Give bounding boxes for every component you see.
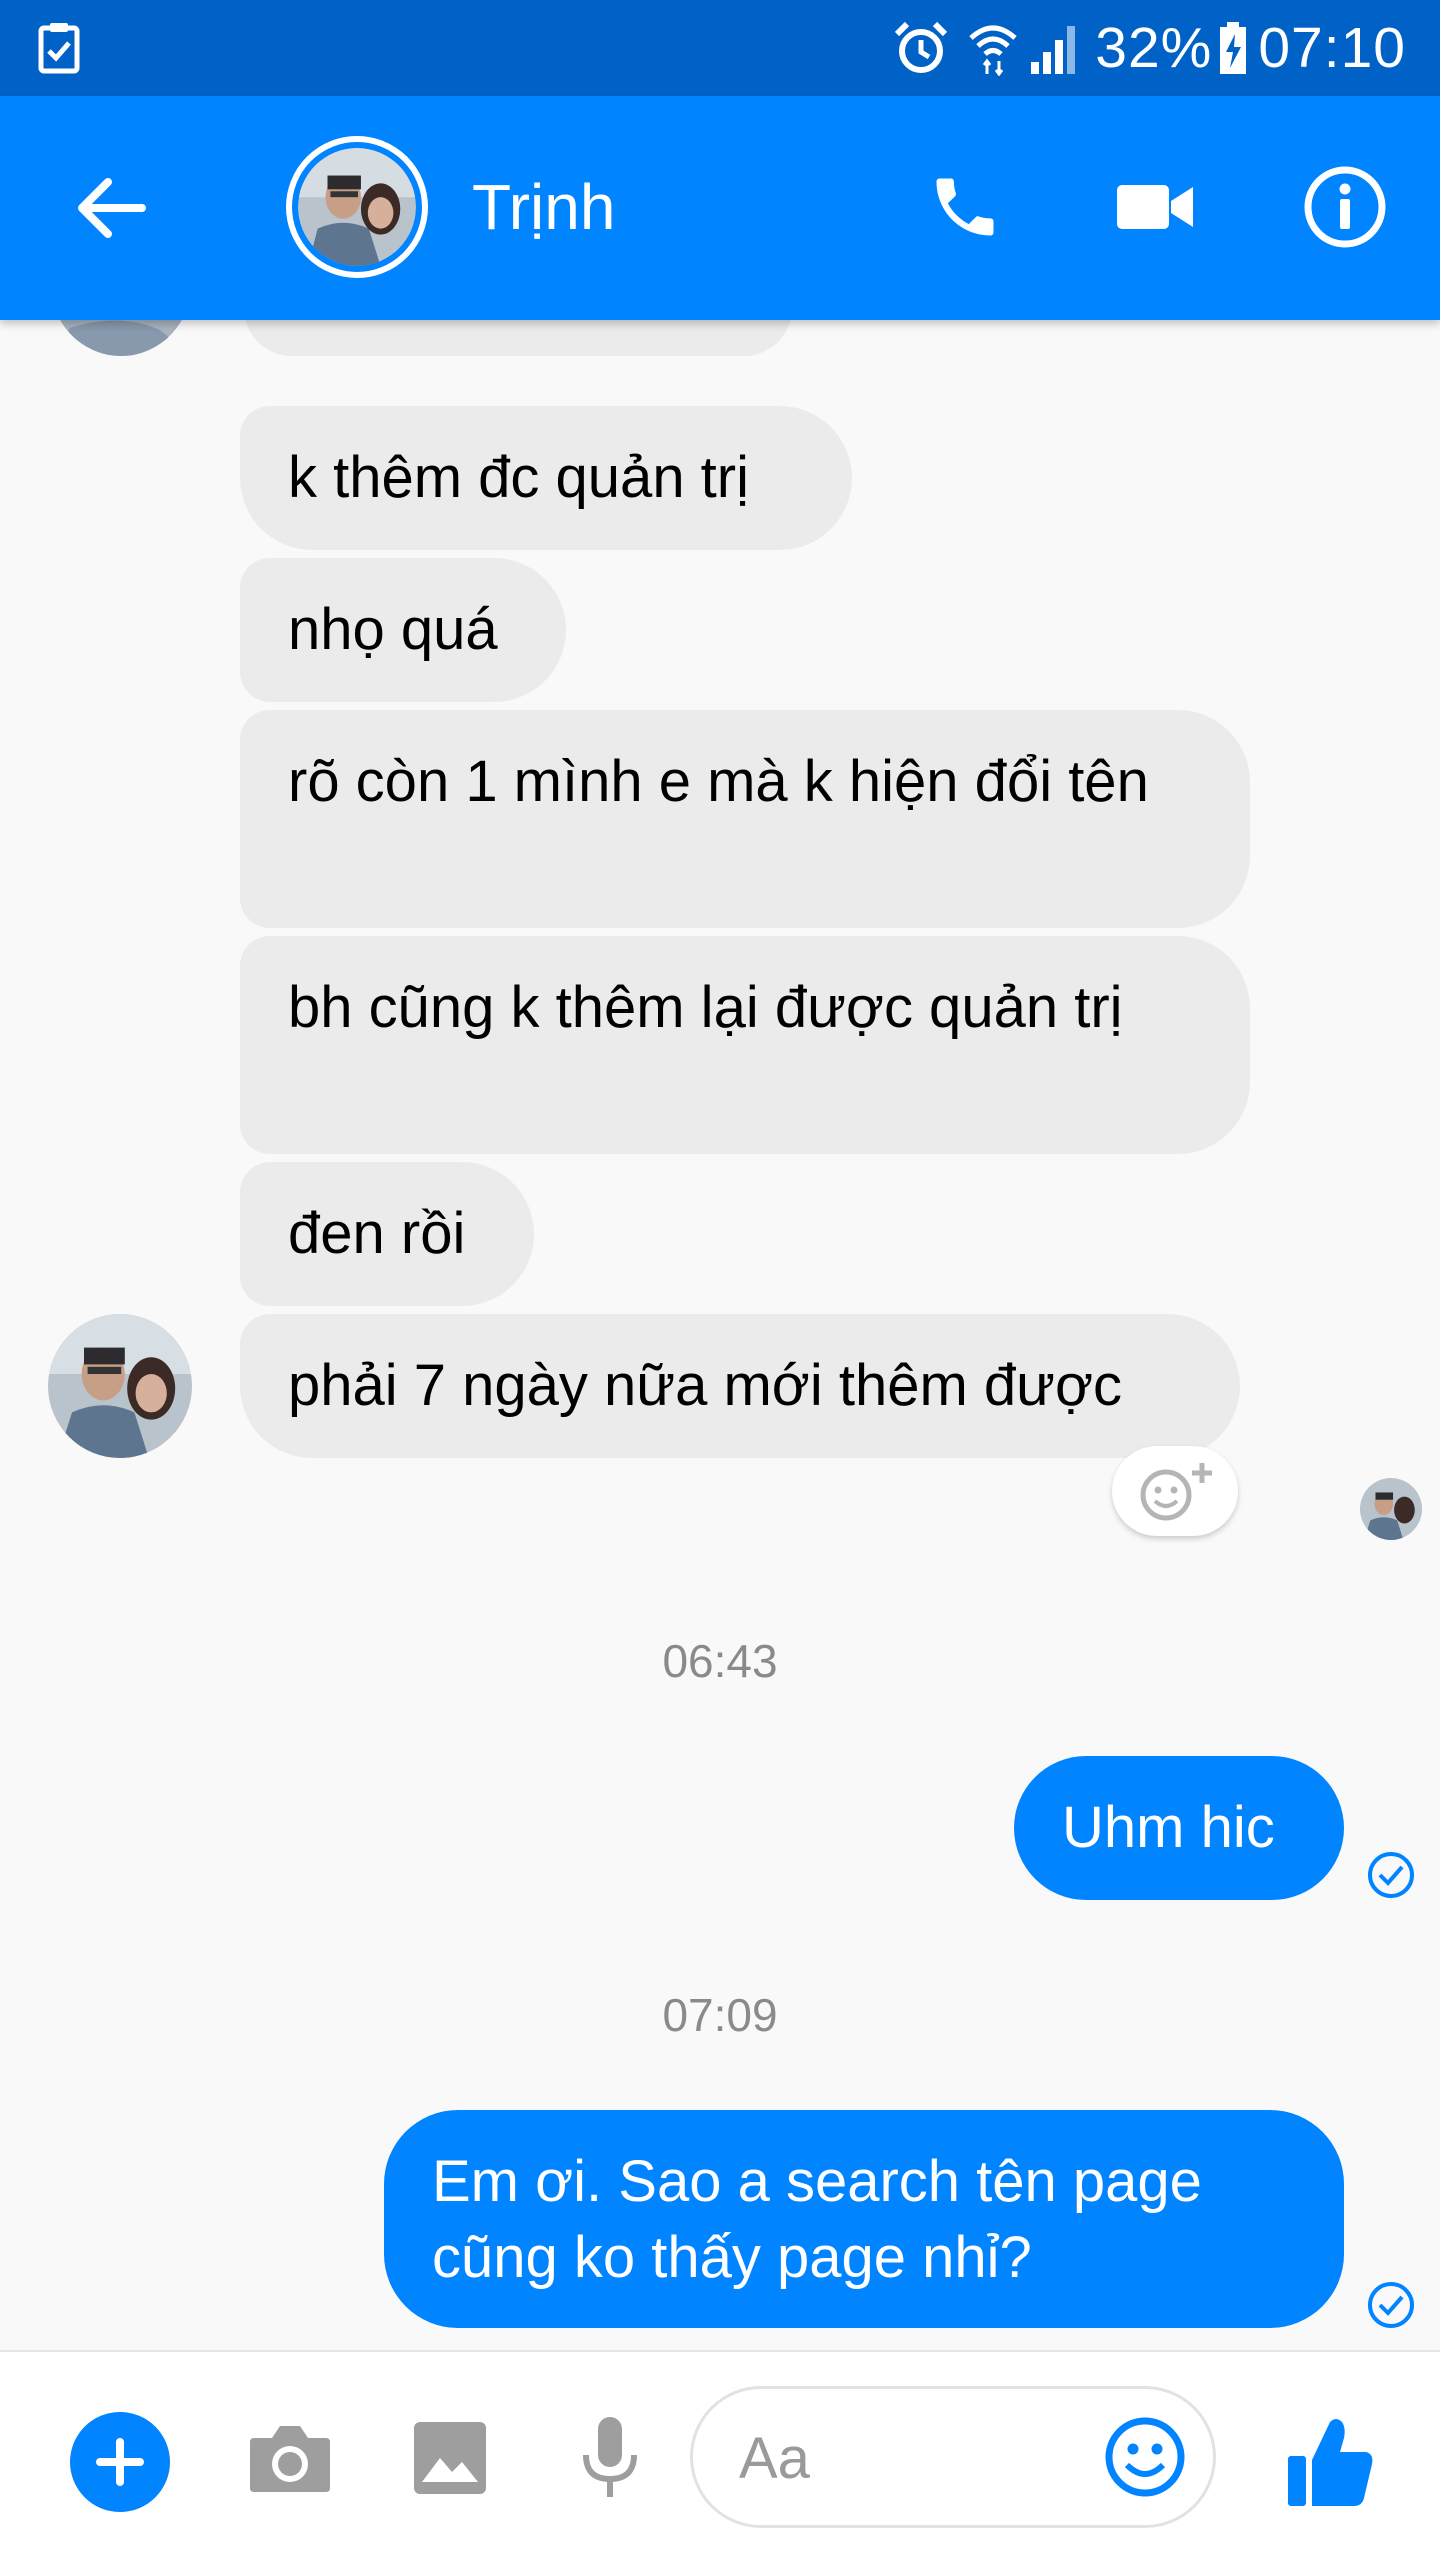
like-button[interactable]: [1270, 2402, 1390, 2522]
message-bubble-incoming[interactable]: bh cũng k thêm lại được quản trị: [240, 936, 1250, 1154]
gallery-button[interactable]: [400, 2408, 500, 2508]
avatar-photo: [298, 148, 416, 266]
emoji-icon: [1105, 2417, 1185, 2497]
contact-avatar[interactable]: [286, 136, 428, 278]
message-text: nhọ quá: [288, 597, 498, 662]
voice-call-button[interactable]: [910, 152, 1020, 262]
status-bar: 32% 07:10: [0, 0, 1440, 96]
image-icon: [414, 2422, 486, 2494]
message-text: rõ còn 1 mình e mà k hiện đổi tên: [288, 749, 1149, 814]
message-text: đen rồi: [288, 1201, 466, 1266]
conversation-info-button[interactable]: [1290, 152, 1400, 262]
contact-avatar-small[interactable]: [48, 1314, 192, 1458]
phone-icon: [936, 178, 994, 236]
message-text: phải 7 ngày nữa mới thêm được: [288, 1353, 1123, 1418]
status-indicators: 32% 07:10: [893, 12, 1406, 84]
message-bubble-incoming[interactable]: đen rồi: [240, 1162, 534, 1306]
message-text: bh cũng k thêm lại được quản trị: [288, 975, 1123, 1040]
video-camera-icon: [1117, 185, 1193, 229]
message-bubble-incoming[interactable]: nhọ quá: [240, 558, 566, 702]
read-receipt-avatar: [1360, 1478, 1422, 1540]
more-actions-button[interactable]: [70, 2412, 170, 2512]
message-input[interactable]: [737, 2419, 1081, 2497]
checklist-icon: [38, 23, 80, 74]
battery-percent: 32%: [1095, 16, 1213, 80]
message-bubble-incoming[interactable]: k thêm đc quản trị: [240, 406, 852, 550]
add-reaction-button[interactable]: [1112, 1446, 1238, 1536]
sent-check-icon: [1368, 2282, 1414, 2328]
microphone-icon: [583, 2417, 637, 2497]
contact-name[interactable]: Trịnh: [472, 172, 615, 242]
plus-icon: [96, 2438, 144, 2486]
message-text: Uhm hic: [1062, 1795, 1275, 1860]
conversation-header: Trịnh: [0, 96, 1440, 320]
video-call-button[interactable]: [1100, 152, 1210, 262]
message-bubble-incoming[interactable]: phải 7 ngày nữa mới thêm được: [240, 1314, 1240, 1458]
message-bubble-incoming[interactable]: rõ còn 1 mình e mà k hiện đổi tên: [240, 710, 1250, 928]
info-icon: [1304, 166, 1386, 248]
message-text: k thêm đc quản trị: [288, 445, 749, 510]
camera-icon: [250, 2426, 330, 2492]
add-reaction-icon: [1140, 1463, 1212, 1521]
message-bubble-outgoing[interactable]: Em ơi. Sao a search tên page cũng ko thấ…: [384, 2110, 1344, 2328]
message-bubble-outgoing[interactable]: Uhm hic: [1014, 1756, 1344, 1900]
clock: 07:10: [1258, 16, 1406, 80]
alarm-icon: [895, 21, 948, 73]
message-text: Em ơi. Sao a search tên page cũng ko thấ…: [432, 2149, 1202, 2290]
sent-check-icon: [1368, 1852, 1414, 1898]
timestamp-divider: 06:43: [662, 1635, 778, 1687]
timestamp-divider: 07:09: [662, 1989, 778, 2041]
voice-message-button[interactable]: [560, 2408, 660, 2508]
thumbs-up-icon: [1288, 2419, 1373, 2506]
chat-screen: 32% 07:10 Trịnh k thêm đc quản trị nhọ q…: [0, 0, 1440, 2560]
back-button[interactable]: [60, 158, 160, 258]
emoji-button[interactable]: [1091, 2403, 1199, 2511]
battery-charging-icon: [1220, 22, 1247, 74]
camera-button[interactable]: [240, 2408, 340, 2508]
wifi-icon: [969, 25, 1017, 76]
message-composer: [0, 2350, 1440, 2560]
message-input-container: [690, 2386, 1216, 2528]
back-arrow-icon: [78, 178, 146, 238]
signal-icon: [1031, 26, 1076, 74]
